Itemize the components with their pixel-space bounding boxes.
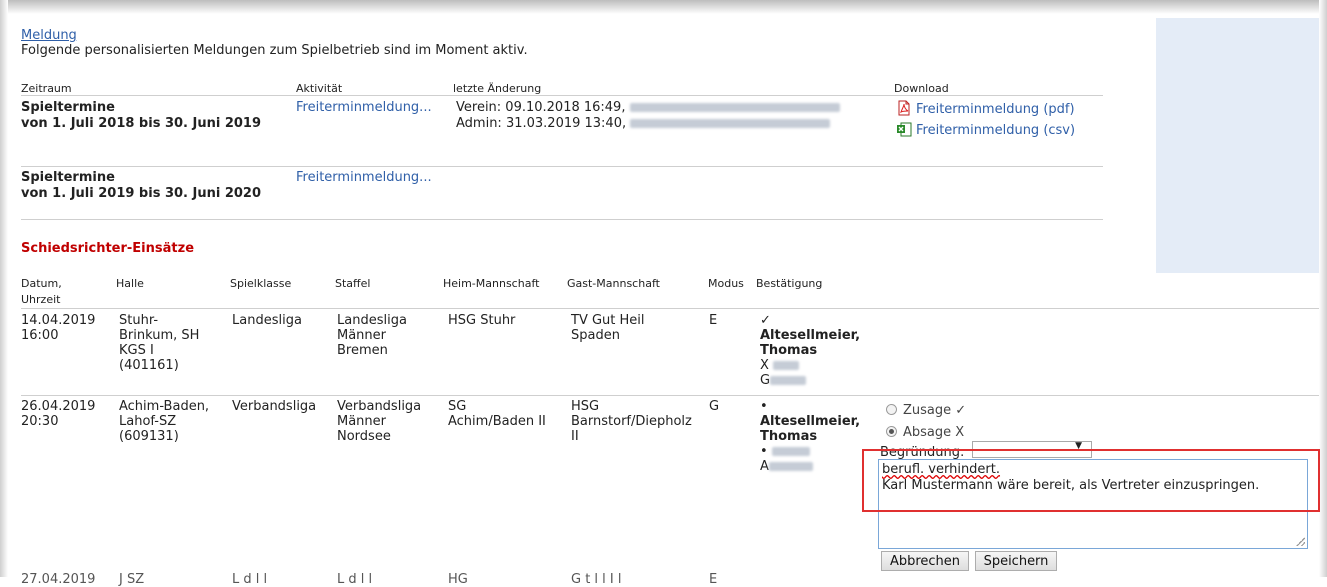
bullet-icon: •	[760, 444, 768, 459]
table-row-2-spielklasse: Verbandsliga	[232, 399, 317, 414]
table-row-1-modus: E	[709, 313, 718, 328]
table-row-3-spielklasse: L d l l	[232, 572, 268, 587]
row2-activity-link[interactable]: Freiterminmeldung...	[296, 170, 432, 185]
header-aktivitaet: Aktivität	[296, 82, 343, 95]
meldung-link[interactable]: Meldung	[21, 28, 77, 43]
table-row-1-spielklasse: Landesliga	[232, 313, 302, 328]
divider	[21, 219, 1103, 220]
header-halle: Halle	[116, 277, 144, 290]
side-panel	[1156, 18, 1319, 273]
header-datum: Datum,	[21, 277, 62, 290]
table-row-3-modus: E	[709, 572, 718, 587]
window-shadow-right	[1319, 0, 1327, 577]
divider	[21, 95, 1103, 96]
row1-activity-link[interactable]: Freiterminmeldung...	[296, 100, 432, 115]
table-row-3-datum: 27.04.2019	[21, 572, 96, 587]
header-bestaetigung: Bestätigung	[756, 277, 823, 290]
row1-change-verein: Verein: 09.10.2018 16:49,	[456, 100, 840, 115]
row1-period: von 1. Juli 2018 bis 30. Juni 2019	[21, 116, 262, 131]
table-row-1-datum: 14.04.2019 16:00	[21, 313, 96, 343]
table-row-2-gast: HSG Barnstorf/Diepholz II	[571, 399, 692, 444]
table-row-2-halle: Achim-Baden, Lahof-SZ (609131)	[119, 399, 210, 444]
excel-file-icon	[897, 122, 912, 137]
header-gast: Gast-Mannschaft	[567, 277, 660, 290]
absage-radio[interactable]	[886, 426, 897, 437]
blurred-name	[773, 361, 800, 370]
table-row-1-halle: Stuhr- Brinkum, SH KGS I (401161)	[119, 313, 200, 373]
row1-title: Spieltermine	[21, 100, 115, 115]
resize-handle[interactable]	[1296, 537, 1305, 546]
table-row-2-staffel: Verbandsliga Männer Nordsee	[337, 399, 422, 444]
table-row-1-heim: HSG Stuhr	[448, 313, 516, 328]
header-staffel: Staffel	[335, 277, 371, 290]
header-download: Download	[894, 82, 949, 95]
row2-period: von 1. Juli 2019 bis 30. Juni 2020	[21, 186, 262, 201]
header-letzte-aenderung: letzte Änderung	[453, 82, 542, 95]
blurred-name	[770, 376, 807, 385]
absage-option[interactable]: Absage X	[886, 425, 964, 440]
divider	[21, 395, 1319, 396]
table-row-2-heim: SG Achim/Baden II	[448, 399, 546, 429]
schiri-title: Schiedsrichter-Einsätze	[21, 241, 195, 256]
row1-change-admin: Admin: 31.03.2019 13:40,	[456, 116, 831, 131]
row2-title: Spieltermine	[21, 170, 115, 185]
header-modus: Modus	[708, 277, 744, 290]
cancel-button[interactable]: Abbrechen	[881, 551, 969, 571]
table-row-2-datum: 26.04.2019 20:30	[21, 399, 96, 429]
table-row-1-staffel: Landesliga Männer Bremen	[337, 313, 407, 358]
table-row-1-bestaetigung: ✓ Altesellmeier, Thomas X G	[760, 313, 861, 388]
divider	[21, 166, 1103, 167]
zusage-radio[interactable]	[886, 404, 897, 415]
download-pdf-link[interactable]: Freiterminmeldung (pdf)	[896, 100, 1075, 117]
blurred-name	[771, 447, 810, 456]
pdf-file-icon	[898, 100, 910, 116]
zusage-option[interactable]: Zusage ✓	[886, 403, 966, 418]
table-row-3-heim: HG	[448, 572, 468, 587]
divider	[21, 308, 1319, 309]
bullet-icon: •	[760, 399, 768, 414]
table-row-2-modus: G	[709, 399, 720, 414]
save-button[interactable]: Speichern	[975, 551, 1057, 571]
table-row-3-halle: J SZ	[119, 572, 145, 587]
table-row-3-gast: G t l l I l	[571, 572, 622, 587]
window-shadow-top	[0, 0, 1327, 14]
blurred-name	[629, 103, 840, 112]
header-spielklasse: Spielklasse	[230, 277, 292, 290]
blurred-name	[768, 462, 813, 471]
blurred-name	[630, 119, 831, 128]
table-row-1-gast: TV Gut Heil Spaden	[571, 313, 645, 343]
header-heim: Heim-Mannschaft	[443, 277, 540, 290]
meldung-intro: Folgende personalisierten Meldungen zum …	[21, 43, 528, 58]
table-row-3-staffel: L d l l	[337, 572, 373, 587]
header-zeitraum: Zeitraum	[21, 82, 72, 95]
check-icon: ✓	[760, 313, 771, 328]
download-csv-link[interactable]: Freiterminmeldung (csv)	[896, 121, 1075, 138]
header-uhrzeit: Uhrzeit	[21, 293, 61, 306]
highlight-box	[862, 449, 1320, 512]
table-row-2-bestaetigung: • Altesellmeier, Thomas • A	[760, 399, 861, 474]
window-shadow-left	[0, 0, 8, 577]
x-icon: X	[760, 358, 769, 373]
